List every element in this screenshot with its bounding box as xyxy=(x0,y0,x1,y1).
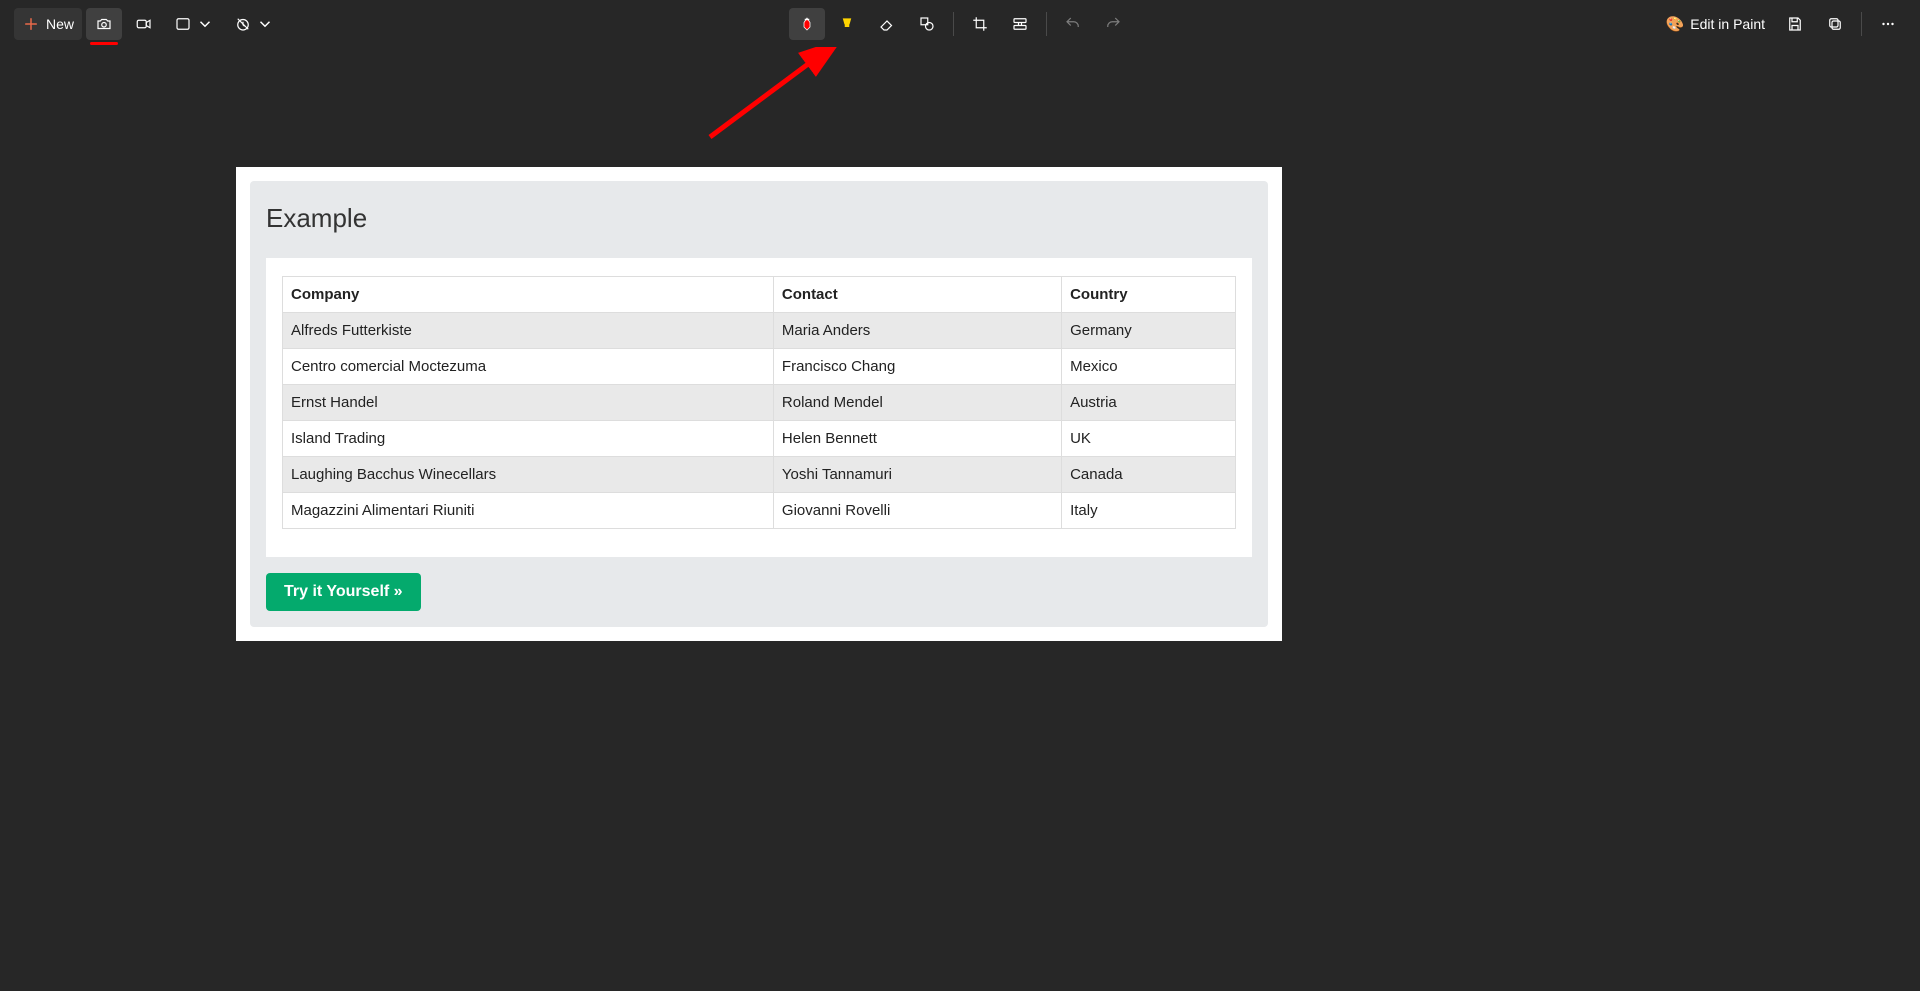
delay-dropdown[interactable] xyxy=(226,8,282,40)
window-mode-dropdown[interactable] xyxy=(166,8,222,40)
example-inner-panel: Company Contact Country Alfreds Futterki… xyxy=(266,258,1252,557)
mode-active-underline xyxy=(90,42,118,45)
table-cell: Centro comercial Moctezuma xyxy=(283,349,774,385)
table-cell: Austria xyxy=(1062,385,1236,421)
table-cell: Germany xyxy=(1062,313,1236,349)
eraser-icon xyxy=(878,15,896,33)
toolbar-separator xyxy=(1861,12,1862,36)
toolbar-separator xyxy=(1046,12,1047,36)
table-row: Island TradingHelen BennettUK xyxy=(283,421,1236,457)
highlighter-icon xyxy=(838,15,856,33)
crop-icon xyxy=(971,15,989,33)
toolbar-center-group xyxy=(789,8,1131,40)
chevron-down-icon xyxy=(196,15,214,33)
save-button[interactable] xyxy=(1777,8,1813,40)
undo-button[interactable] xyxy=(1055,8,1091,40)
more-horizontal-icon xyxy=(1879,15,1897,33)
chevron-down-icon xyxy=(256,15,274,33)
table-header-cell: Country xyxy=(1062,277,1236,313)
table-header-row: Company Contact Country xyxy=(283,277,1236,313)
new-button[interactable]: New xyxy=(14,8,82,40)
table-header-cell: Company xyxy=(283,277,774,313)
no-delay-icon xyxy=(234,15,252,33)
edit-in-paint-label: Edit in Paint xyxy=(1690,16,1765,32)
record-mode-button[interactable] xyxy=(126,8,162,40)
copy-icon xyxy=(1826,15,1844,33)
table-row: Magazzini Alimentari RiunitiGiovanni Rov… xyxy=(283,493,1236,529)
undo-icon xyxy=(1064,15,1082,33)
highlighter-tool-button[interactable] xyxy=(829,8,865,40)
table-cell: UK xyxy=(1062,421,1236,457)
shapes-tool-button[interactable] xyxy=(909,8,945,40)
table-cell: Yoshi Tannamuri xyxy=(773,457,1061,493)
pen-icon xyxy=(798,15,816,33)
pen-tool-button[interactable] xyxy=(789,8,825,40)
annotation-arrow xyxy=(700,47,870,172)
new-button-label: New xyxy=(46,16,74,32)
toolbar-left-group: New xyxy=(14,8,282,40)
table-cell: Giovanni Rovelli xyxy=(773,493,1061,529)
copy-button[interactable] xyxy=(1817,8,1853,40)
try-it-yourself-button[interactable]: Try it Yourself » xyxy=(266,573,421,611)
palette-icon: 🎨 xyxy=(1666,15,1685,33)
table-row: Ernst HandelRoland MendelAustria xyxy=(283,385,1236,421)
table-cell: Laughing Bacchus Winecellars xyxy=(283,457,774,493)
camera-icon xyxy=(95,15,113,33)
edit-in-paint-button[interactable]: 🎨 Edit in Paint xyxy=(1658,8,1773,40)
example-table: Company Contact Country Alfreds Futterki… xyxy=(282,276,1236,529)
eraser-tool-button[interactable] xyxy=(869,8,905,40)
text-actions-button[interactable] xyxy=(1002,8,1038,40)
toolbar-separator xyxy=(953,12,954,36)
shapes-icon xyxy=(918,15,936,33)
table-header-cell: Contact xyxy=(773,277,1061,313)
video-camera-icon xyxy=(135,15,153,33)
crop-tool-button[interactable] xyxy=(962,8,998,40)
canvas-viewport[interactable]: Example Company Contact Country Alfreds … xyxy=(0,47,1920,991)
table-cell: Mexico xyxy=(1062,349,1236,385)
save-icon xyxy=(1786,15,1804,33)
table-row: Laughing Bacchus WinecellarsYoshi Tannam… xyxy=(283,457,1236,493)
table-cell: Roland Mendel xyxy=(773,385,1061,421)
table-cell: Italy xyxy=(1062,493,1236,529)
table-cell: Francisco Chang xyxy=(773,349,1061,385)
top-toolbar: New xyxy=(0,0,1920,47)
table-cell: Ernst Handel xyxy=(283,385,774,421)
text-extract-icon xyxy=(1011,15,1029,33)
more-menu-button[interactable] xyxy=(1870,8,1906,40)
table-row: Centro comercial MoctezumaFrancisco Chan… xyxy=(283,349,1236,385)
table-cell: Canada xyxy=(1062,457,1236,493)
toolbar-right-group: 🎨 Edit in Paint xyxy=(1658,8,1906,40)
table-row: Alfreds FutterkisteMaria AndersGermany xyxy=(283,313,1236,349)
example-title: Example xyxy=(266,197,1252,244)
example-box: Example Company Contact Country Alfreds … xyxy=(250,181,1268,627)
table-cell: Maria Anders xyxy=(773,313,1061,349)
table-cell: Alfreds Futterkiste xyxy=(283,313,774,349)
table-cell: Helen Bennett xyxy=(773,421,1061,457)
screenshot-mode-button[interactable] xyxy=(86,8,122,40)
table-cell: Magazzini Alimentari Riuniti xyxy=(283,493,774,529)
captured-screenshot[interactable]: Example Company Contact Country Alfreds … xyxy=(236,167,1282,641)
table-cell: Island Trading xyxy=(283,421,774,457)
redo-button[interactable] xyxy=(1095,8,1131,40)
window-icon xyxy=(174,15,192,33)
plus-icon xyxy=(22,15,40,33)
redo-icon xyxy=(1104,15,1122,33)
